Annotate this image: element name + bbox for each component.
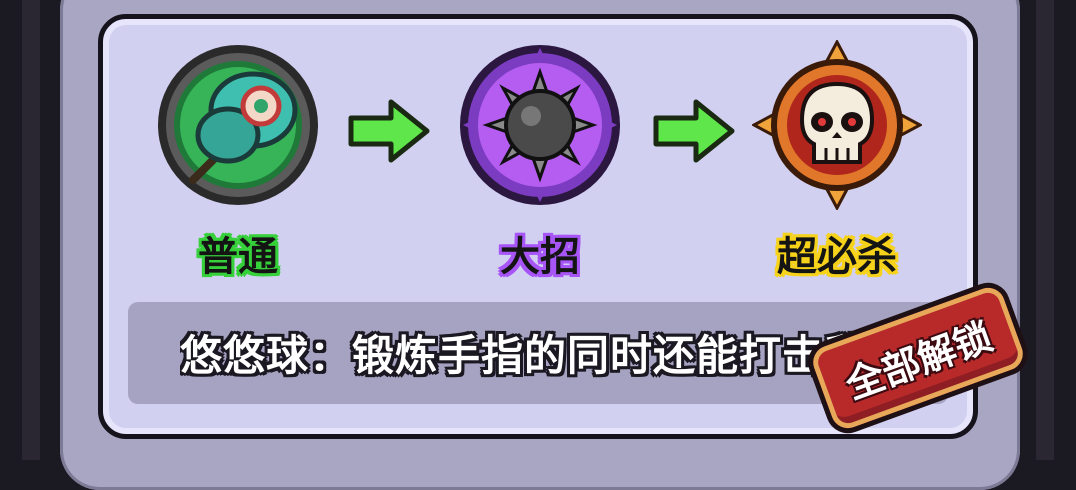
stage-super-special[interactable] [752,40,922,210]
left-border [22,0,40,460]
arrow-right-icon [348,99,430,163]
spiked-ball-icon [460,45,620,205]
stage-normal-label: 普通 [198,234,278,280]
skill-description: 悠悠球：锻炼手指的同时还能打击敌人 [180,331,880,380]
stage-normal[interactable] [153,40,323,210]
skull-icon [752,40,922,210]
right-border [1036,0,1054,460]
stage-ultimate[interactable] [455,40,625,210]
stage-super-special-label: 超必杀 [777,234,897,280]
arrow-right-icon [653,99,735,163]
yoyo-icon [158,45,318,205]
stage-ultimate-label: 大招 [500,234,580,280]
